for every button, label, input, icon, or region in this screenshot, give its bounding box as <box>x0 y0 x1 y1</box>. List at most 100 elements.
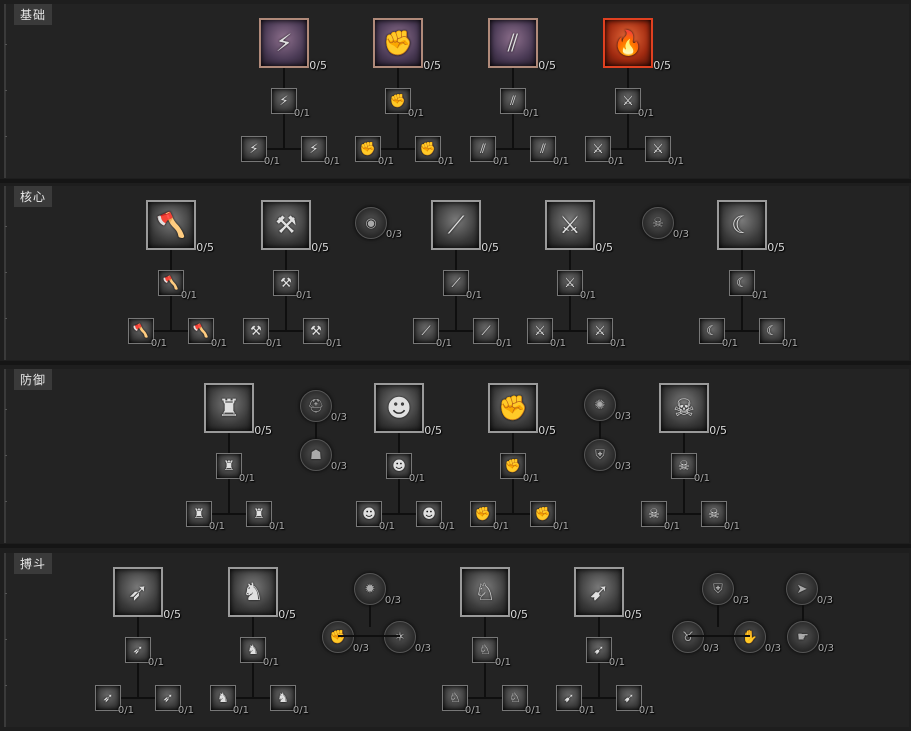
skill-upgrade-node[interactable]: ☠ 0/1 <box>641 501 680 532</box>
skill-upgrade-node[interactable]: ☠ 0/1 <box>671 453 710 484</box>
skill-upgrade-node[interactable]: ✊ 0/1 <box>355 136 394 167</box>
passive-node[interactable]: ✶ 0/3 <box>384 621 431 654</box>
skill-node[interactable]: ✊ 0/5 <box>373 18 441 72</box>
skill-upgrade-node[interactable]: ✊ 0/1 <box>415 136 454 167</box>
skill-upgrade-node[interactable]: ✊ 0/1 <box>385 88 424 119</box>
skill-upgrade-node[interactable]: ☻ 0/1 <box>356 501 395 532</box>
skill-upgrade-node[interactable]: ☾ 0/1 <box>759 318 798 349</box>
skill-upgrade-node[interactable]: 🪓 0/1 <box>188 318 227 349</box>
skill-node[interactable]: ➹ 0/5 <box>574 567 642 621</box>
skill-upgrade-node[interactable]: ⟋ 0/1 <box>473 318 512 349</box>
skill-upgrade-node[interactable]: ➹ 0/1 <box>586 637 625 668</box>
passive-node[interactable]: ◉ 0/3 <box>355 207 402 240</box>
skill-upgrade-node[interactable]: 🪓 0/1 <box>158 270 197 301</box>
skill-upgrade-node[interactable]: ♘ 0/1 <box>472 637 511 668</box>
skill-upgrade-node[interactable]: ⚒ 0/1 <box>303 318 342 349</box>
skill-upgrade-node[interactable]: ✊ 0/1 <box>500 453 539 484</box>
connector-line <box>170 296 172 331</box>
skill-node[interactable]: ⚡ 0/5 <box>259 18 327 72</box>
skill-upgrade-node[interactable]: ♘ 0/1 <box>502 685 541 716</box>
skill-upgrade-node[interactable]: ⫽ 0/1 <box>530 136 569 167</box>
shield-fist-icon: ✊ <box>498 394 528 422</box>
skill-upgrade-node[interactable]: ♘ 0/1 <box>442 685 481 716</box>
skill-upgrade-node[interactable]: ⚡ 0/1 <box>301 136 340 167</box>
skill-upgrade-node[interactable]: ⟋ 0/1 <box>443 270 482 301</box>
icon-face: ✊ <box>534 505 552 523</box>
icon-face: ☠ <box>646 211 670 235</box>
icon-face: ☾ <box>722 205 762 245</box>
icon-face: ♞ <box>214 689 232 707</box>
passive-node[interactable]: ☠ 0/3 <box>642 207 689 240</box>
skill-upgrade-node[interactable]: ☠ 0/1 <box>701 501 740 532</box>
skill-upgrade-node[interactable]: ♜ 0/1 <box>186 501 225 532</box>
passive-node[interactable]: ✺ 0/3 <box>584 389 631 422</box>
skill-node[interactable]: ♜ 0/5 <box>204 383 272 437</box>
skill-upgrade-node[interactable]: ⚔ 0/1 <box>615 88 654 119</box>
skill-upgrade-node[interactable]: ⚔ 0/1 <box>527 318 566 349</box>
skill-upgrade-node[interactable]: ☻ 0/1 <box>386 453 425 484</box>
section-divider <box>0 361 911 365</box>
passive-node[interactable]: ✊ 0/3 <box>322 621 369 654</box>
passive-node[interactable]: ✹ 0/3 <box>354 573 401 606</box>
skill-upgrade-node[interactable]: ⚔ 0/1 <box>585 136 624 167</box>
skill-upgrade-node[interactable]: ⫽ 0/1 <box>500 88 539 119</box>
crossed-axes-icon: ⚔ <box>594 323 606 339</box>
skill-node[interactable]: ☾ 0/5 <box>717 200 785 254</box>
icon-face: ♜ <box>250 505 268 523</box>
skill-upgrade-node[interactable]: ➹ 0/1 <box>616 685 655 716</box>
crescent-slash-icon: ☾ <box>706 323 718 339</box>
skill-upgrade-node[interactable]: ♞ 0/1 <box>240 637 279 668</box>
skill-upgrade-node[interactable]: 🪓 0/1 <box>128 318 167 349</box>
skill-upgrade-node[interactable]: ➹ 0/1 <box>556 685 595 716</box>
skill-upgrade-node[interactable]: ⚔ 0/1 <box>645 136 684 167</box>
skill-upgrade-node[interactable]: ⟋ 0/1 <box>413 318 452 349</box>
passive-node[interactable]: ☗ 0/3 <box>300 439 347 472</box>
skill-upgrade-node[interactable]: ➶ 0/1 <box>125 637 164 668</box>
skill-node[interactable]: ☠ 0/5 <box>659 383 727 437</box>
skill-upgrade-node[interactable]: ♞ 0/1 <box>270 685 309 716</box>
skill-upgrade-node[interactable]: ♜ 0/1 <box>246 501 285 532</box>
skill-node[interactable]: 🪓 0/5 <box>146 200 214 254</box>
skill-upgrade-node[interactable]: ⚔ 0/1 <box>557 270 596 301</box>
rank-counter: 0/5 <box>311 241 329 254</box>
skill-upgrade-node[interactable]: ⚡ 0/1 <box>241 136 280 167</box>
skill-node[interactable]: ✊ 0/5 <box>488 383 556 437</box>
claw-slash-icon: ⫽ <box>540 141 546 157</box>
skill-upgrade-node[interactable]: ✊ 0/1 <box>530 501 569 532</box>
skill-upgrade-node[interactable]: ➶ 0/1 <box>95 685 134 716</box>
skill-node[interactable]: ⫽ 0/5 <box>488 18 556 72</box>
skill-upgrade-node[interactable]: ♜ 0/1 <box>216 453 255 484</box>
connector-line <box>137 617 139 637</box>
skill-node[interactable]: ⟋ 0/5 <box>431 200 499 254</box>
skill-node[interactable]: ♞ 0/5 <box>228 567 296 621</box>
skill-upgrade-node[interactable]: ✊ 0/1 <box>470 501 509 532</box>
passive-node[interactable]: ⛨ 0/3 <box>584 439 631 472</box>
passive-node[interactable]: ➤ 0/3 <box>786 573 833 606</box>
icon-face: ✋ <box>738 625 762 649</box>
skill-upgrade-node[interactable]: ➶ 0/1 <box>155 685 194 716</box>
rank-counter: 0/1 <box>408 473 425 484</box>
passive-node[interactable]: ♉ 0/3 <box>672 621 719 654</box>
skill-node[interactable]: 🔥 0/5 <box>603 18 671 72</box>
passive-node[interactable]: ✋ 0/3 <box>734 621 781 654</box>
skill-node[interactable]: ☻ 0/5 <box>374 383 442 437</box>
skill-node[interactable]: ➶ 0/5 <box>113 567 181 621</box>
skill-upgrade-node[interactable]: ☻ 0/1 <box>416 501 455 532</box>
skill-node[interactable]: ♘ 0/5 <box>460 567 528 621</box>
passive-node[interactable]: ⛑ 0/3 <box>300 390 347 423</box>
skill-node[interactable]: ⚒ 0/5 <box>261 200 329 254</box>
skill-upgrade-node[interactable]: ♞ 0/1 <box>210 685 249 716</box>
skill-upgrade-node[interactable]: ⚒ 0/1 <box>273 270 312 301</box>
passive-node[interactable]: ⛨ 0/3 <box>702 573 749 606</box>
skill-upgrade-node[interactable]: ☾ 0/1 <box>699 318 738 349</box>
section-label: 防御 <box>14 369 53 390</box>
skill-upgrade-node[interactable]: ⚒ 0/1 <box>243 318 282 349</box>
horned-head-icon: ♞ <box>247 642 259 658</box>
skill-upgrade-node[interactable]: ⚡ 0/1 <box>271 88 310 119</box>
skill-node[interactable]: ⚔ 0/5 <box>545 200 613 254</box>
skill-upgrade-node[interactable]: ⚔ 0/1 <box>587 318 626 349</box>
skill-upgrade-node[interactable]: ⫽ 0/1 <box>470 136 509 167</box>
passive-node[interactable]: ☛ 0/3 <box>787 621 834 654</box>
skill-upgrade-node[interactable]: ☾ 0/1 <box>729 270 768 301</box>
connector-line <box>285 296 287 331</box>
